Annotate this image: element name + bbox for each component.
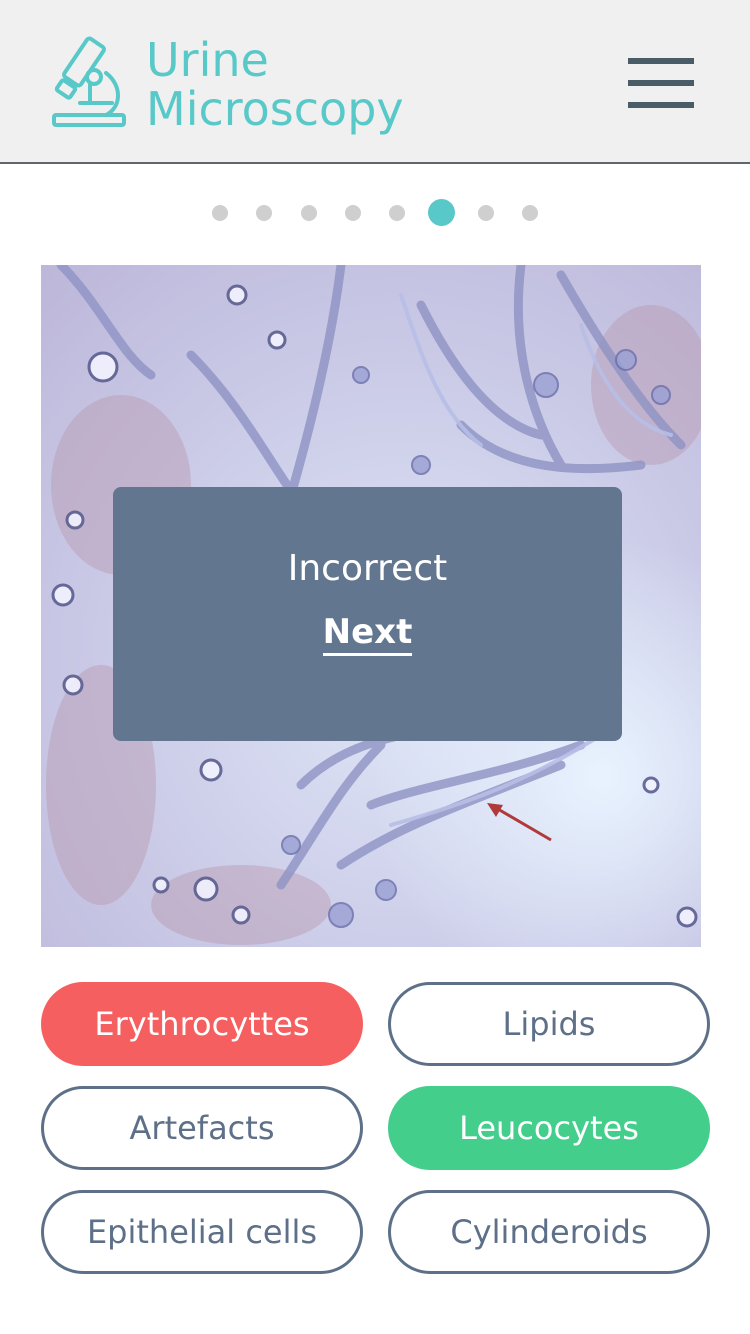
answer-button-artefacts[interactable]: Artefacts	[41, 1086, 363, 1170]
answer-button-lipids[interactable]: Lipids	[388, 982, 710, 1066]
pager-dot-8[interactable]	[522, 205, 539, 221]
hamburger-menu-icon[interactable]	[628, 58, 694, 112]
microscope-icon	[52, 36, 126, 127]
pager-dot-1[interactable]	[212, 205, 228, 221]
answer-button-cylinderoids[interactable]: Cylinderoids	[388, 1190, 710, 1274]
feedback-message: Incorrect	[287, 548, 448, 589]
app-title-line1: Urine	[146, 33, 269, 87]
answer-button-erythrocyttes[interactable]: Erythrocyttes	[41, 982, 363, 1066]
menu-bar	[628, 58, 694, 64]
pager-dot-5[interactable]	[389, 205, 406, 221]
feedback-popup: Incorrect Next	[113, 487, 622, 741]
pager-dot-4[interactable]	[344, 205, 361, 221]
menu-bar	[628, 102, 694, 108]
app-title-line2: Microscopy	[146, 82, 404, 136]
answer-button-epithelial-cells[interactable]: Epithelial cells	[41, 1190, 363, 1274]
next-label: Next	[322, 613, 413, 656]
answer-button-leucocytes[interactable]: Leucocytes	[388, 1086, 710, 1170]
next-button[interactable]: Next	[113, 613, 622, 656]
menu-bar	[628, 80, 694, 86]
slide-pager	[0, 199, 750, 227]
pager-dot-7[interactable]	[477, 205, 494, 221]
pager-dot-3[interactable]	[300, 205, 317, 221]
pager-dot-6[interactable]	[428, 199, 455, 226]
pager-dot-2[interactable]	[256, 205, 273, 221]
app-title: Urine Microscopy	[146, 36, 404, 134]
app-header: Urine Microscopy	[0, 0, 750, 164]
